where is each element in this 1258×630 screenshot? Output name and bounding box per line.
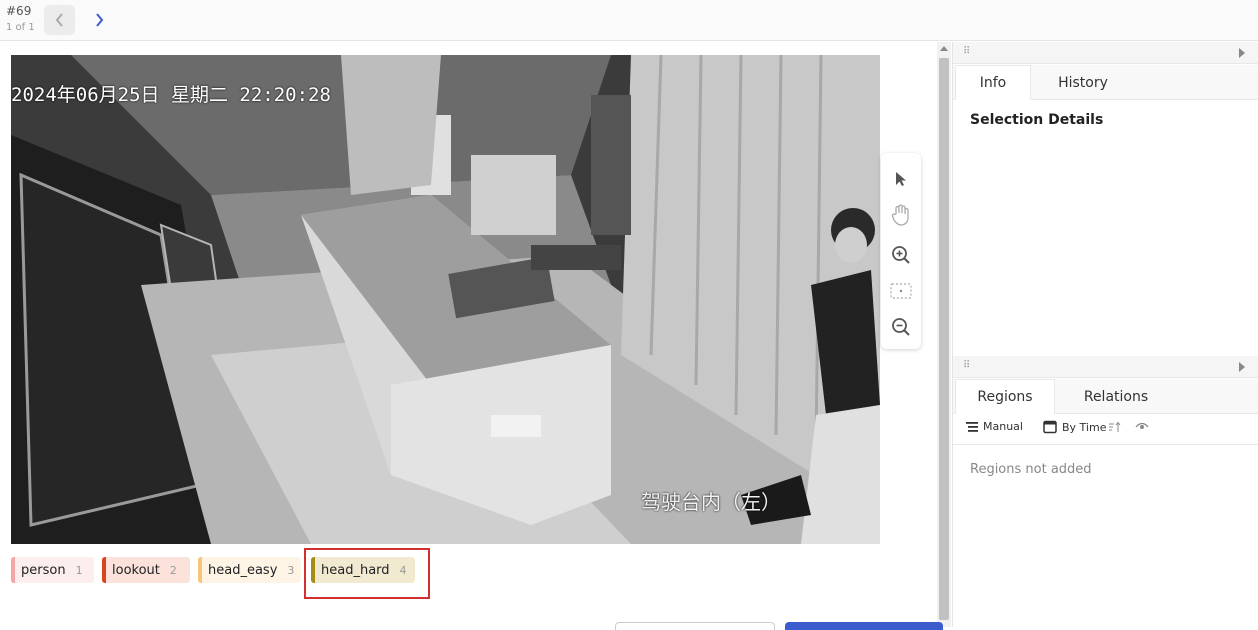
task-id: #69 <box>6 4 32 18</box>
scroll-thumb[interactable] <box>939 58 949 620</box>
fit-to-screen-button[interactable] <box>889 279 913 303</box>
zoom-in-button[interactable] <box>889 243 913 267</box>
regions-empty-message: Regions not added <box>970 462 1092 477</box>
camera-caption: 驾驶台内（左） <box>641 490 781 514</box>
info-tabs: Info History <box>953 65 1258 100</box>
previous-task-button[interactable] <box>44 5 75 35</box>
fit-to-screen-icon <box>890 283 912 299</box>
chevron-left-icon <box>55 13 63 27</box>
label-color-bar <box>102 557 106 583</box>
selection-details-title: Selection Details <box>970 112 1104 128</box>
sort-by-time-label: By Time <box>1062 420 1107 434</box>
sort-by-time-button[interactable]: By Time <box>1043 420 1122 434</box>
drag-handle-icon[interactable]: ⠿ <box>963 361 971 371</box>
drag-handle-icon[interactable]: ⠿ <box>963 47 971 57</box>
label-head-easy[interactable]: head_easy 3 <box>198 557 301 583</box>
zoom-out-button[interactable] <box>889 315 913 339</box>
label-name: lookout <box>112 562 160 578</box>
regions-panel-header: ⠿ <box>953 356 1258 378</box>
pan-hand-icon <box>891 204 909 226</box>
label-hotkey: 3 <box>287 563 295 577</box>
list-order-icon <box>966 421 978 432</box>
collapse-panel-icon[interactable] <box>1239 48 1245 58</box>
label-hotkey: 1 <box>75 563 83 577</box>
label-name: head_easy <box>208 562 278 578</box>
zoom-out-icon <box>892 318 910 336</box>
label-lookout[interactable]: lookout 2 <box>102 557 190 583</box>
skip-button[interactable] <box>615 622 775 630</box>
label-color-bar <box>198 557 202 583</box>
calendar-icon <box>1043 420 1057 434</box>
label-name: head_hard <box>321 562 390 578</box>
manual-sort-label: Manual <box>983 420 1023 433</box>
eye-icon <box>1135 422 1149 429</box>
tab-history[interactable]: History <box>1037 65 1129 100</box>
label-color-bar <box>11 557 15 583</box>
annotation-image[interactable]: 2024年06月25日 星期二 22:20:28 驾驶台内（左） <box>11 55 880 544</box>
label-hotkey: 4 <box>399 563 407 577</box>
chevron-right-icon <box>95 13 103 27</box>
collapse-panel-icon[interactable] <box>1239 362 1245 372</box>
regions-tabs: Regions Relations <box>953 379 1258 414</box>
pan-tool-button[interactable] <box>889 203 913 227</box>
next-task-button[interactable] <box>83 5 114 35</box>
label-name: person <box>21 562 66 578</box>
label-head-hard[interactable]: head_hard 4 <box>311 557 415 583</box>
right-sidebar: ⠿ Info History Selection Details ⠿ Regio… <box>952 42 1258 627</box>
tab-relations[interactable]: Relations <box>1063 379 1169 414</box>
label-color-bar <box>311 557 315 583</box>
tab-regions[interactable]: Regions <box>955 379 1055 414</box>
scroll-up-arrow[interactable] <box>940 46 948 51</box>
zoom-in-icon <box>892 246 910 264</box>
video-timestamp: 2024年06月25日 星期二 22:20:28 <box>11 84 331 106</box>
vertical-scrollbar[interactable] <box>937 42 951 627</box>
visibility-toggle-button[interactable] <box>1135 420 1149 430</box>
label-person[interactable]: person 1 <box>11 557 94 583</box>
task-counter: 1 of 1 <box>6 22 35 33</box>
sort-ascending-icon <box>1109 421 1121 432</box>
manual-sort-button[interactable]: Manual <box>965 420 1023 433</box>
select-tool-button[interactable] <box>889 167 913 191</box>
label-hotkey: 2 <box>169 563 177 577</box>
regions-toolbar: Manual By Time <box>953 410 1258 445</box>
select-icon <box>896 172 906 186</box>
submit-button[interactable] <box>785 622 943 630</box>
tab-info[interactable]: Info <box>955 65 1031 100</box>
image-toolbar <box>881 153 921 349</box>
info-panel-header: ⠿ <box>953 42 1258 64</box>
top-bar: #69 1 of 1 <box>0 0 1258 41</box>
main-canvas-area: 2024年06月25日 星期二 22:20:28 驾驶台内（左） person … <box>0 42 936 627</box>
